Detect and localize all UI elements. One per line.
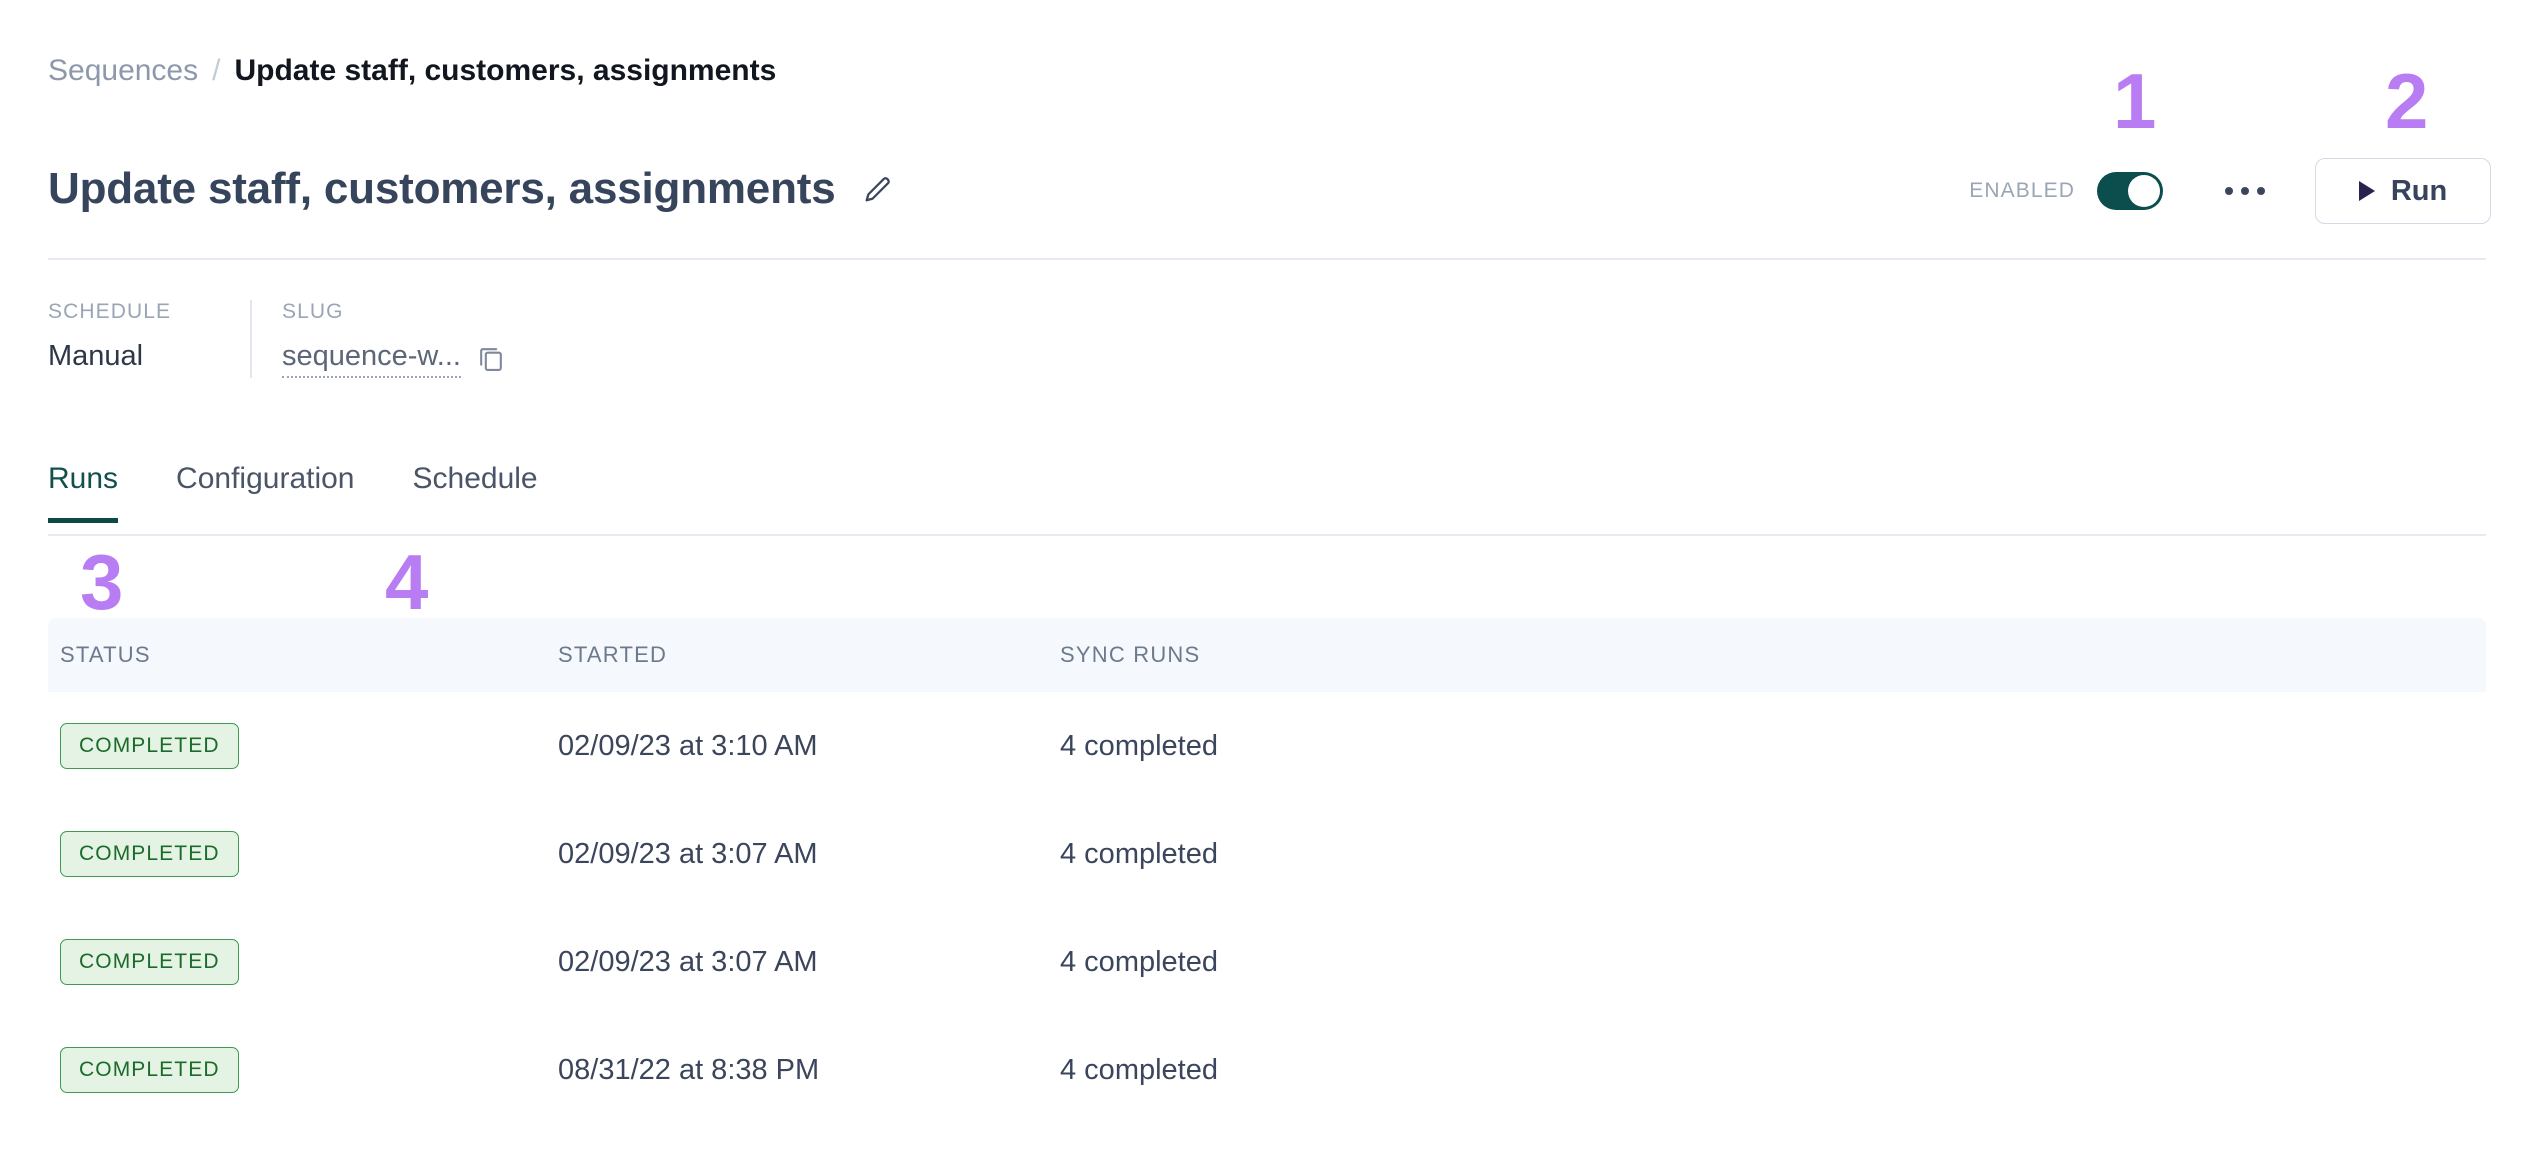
table-row[interactable]: COMPLETED 02/09/23 at 3:10 AM 4 complete… — [48, 692, 2486, 800]
enabled-label: ENABLED — [1969, 179, 2075, 202]
slug-row: sequence-w... — [282, 340, 505, 378]
started-cell: 02/09/23 at 3:07 AM — [558, 837, 818, 870]
column-header-started: STARTED — [558, 642, 668, 667]
table-row[interactable]: COMPLETED 02/09/23 at 3:07 AM 4 complete… — [48, 908, 2486, 1016]
sync-runs-cell: 4 completed — [1060, 729, 1218, 762]
table-row[interactable]: COMPLETED 02/09/23 at 3:07 AM 4 complete… — [48, 800, 2486, 908]
slug-block: SLUG sequence-w... — [252, 300, 505, 378]
play-icon — [2358, 181, 2375, 201]
status-badge: COMPLETED — [60, 1047, 239, 1093]
annotation-marker-3: 3 — [80, 538, 124, 626]
status-badge: COMPLETED — [60, 831, 239, 877]
status-cell: COMPLETED — [48, 723, 558, 769]
ellipsis-icon — [2225, 187, 2233, 195]
annotation-marker-1: 1 — [2113, 57, 2157, 145]
status-cell: COMPLETED — [48, 831, 558, 877]
status-cell: COMPLETED — [48, 939, 558, 985]
status-cell: COMPLETED — [48, 1047, 558, 1093]
tab-runs[interactable]: Runs — [48, 462, 119, 523]
run-button-label: Run — [2390, 174, 2448, 207]
started-cell: 02/09/23 at 3:07 AM — [558, 945, 818, 978]
header-divider — [48, 258, 2486, 260]
schedule-label: SCHEDULE — [48, 300, 172, 323]
schedule-value: Manual — [48, 340, 144, 372]
ellipsis-icon — [2257, 187, 2265, 195]
header-actions: ENABLED Run — [1969, 158, 2491, 224]
enabled-toggle[interactable] — [2097, 172, 2163, 210]
annotation-marker-4: 4 — [385, 538, 429, 626]
schedule-block: SCHEDULE Manual — [48, 300, 250, 378]
started-cell: 02/09/23 at 3:10 AM — [558, 729, 818, 762]
pencil-icon[interactable] — [861, 172, 895, 206]
more-options-button[interactable] — [2207, 167, 2283, 215]
page-title: Update staff, customers, assignments — [48, 164, 836, 213]
breadcrumb-link-sequences[interactable]: Sequences — [48, 52, 198, 90]
breadcrumb-current: Update staff, customers, assignments — [234, 54, 777, 87]
sync-runs-cell: 4 completed — [1060, 945, 1218, 978]
tab-bar-rule — [48, 534, 2486, 536]
tab-configuration[interactable]: Configuration — [176, 462, 354, 523]
column-header-sync-runs: SYNC RUNS — [1060, 642, 1201, 667]
sync-runs-cell: 4 completed — [1060, 837, 1218, 870]
metadata-bar: SCHEDULE Manual SLUG sequence-w... — [48, 300, 505, 378]
column-header-status: STATUS — [60, 642, 151, 667]
toggle-knob — [2128, 175, 2160, 207]
sequence-detail-page: Sequences / Update staff, customers, ass… — [0, 0, 2539, 1161]
status-badge: COMPLETED — [60, 723, 239, 769]
copy-icon[interactable] — [477, 344, 505, 374]
slug-value[interactable]: sequence-w... — [282, 340, 461, 378]
annotation-marker-2: 2 — [2385, 57, 2429, 145]
breadcrumb-separator: / — [212, 54, 221, 87]
tab-schedule[interactable]: Schedule — [413, 462, 538, 523]
run-button[interactable]: Run — [2315, 158, 2491, 224]
table-header-row: STATUS STARTED SYNC RUNS — [48, 618, 2486, 692]
breadcrumb: Sequences / Update staff, customers, ass… — [48, 52, 776, 90]
started-cell: 08/31/22 at 8:38 PM — [558, 1053, 820, 1086]
tab-bar: Runs Configuration Schedule — [48, 462, 596, 523]
slug-label: SLUG — [282, 300, 344, 323]
status-badge: COMPLETED — [60, 939, 239, 985]
ellipsis-icon — [2241, 187, 2249, 195]
table-row[interactable]: COMPLETED 08/31/22 at 8:38 PM 4 complete… — [48, 1016, 2486, 1124]
sync-runs-cell: 4 completed — [1060, 1053, 1218, 1086]
runs-table: STATUS STARTED SYNC RUNS COMPLETED 02/09… — [48, 618, 2486, 1124]
title-row: Update staff, customers, assignments — [48, 162, 895, 216]
